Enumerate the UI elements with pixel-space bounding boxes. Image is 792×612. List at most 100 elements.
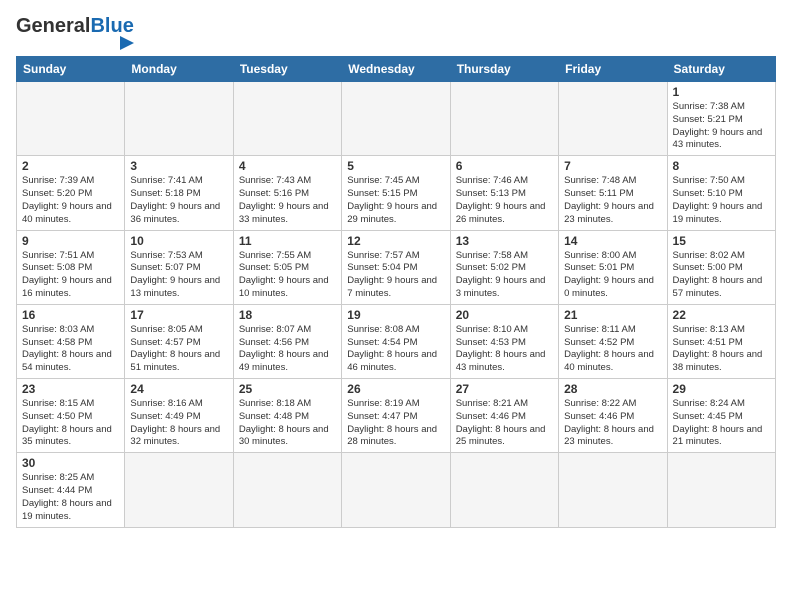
calendar-day-cell <box>233 82 341 156</box>
day-number: 27 <box>456 382 553 396</box>
header-monday: Monday <box>125 57 233 82</box>
calendar-day-cell: 13Sunrise: 7:58 AM Sunset: 5:02 PM Dayli… <box>450 230 558 304</box>
day-info: Sunrise: 7:43 AM Sunset: 5:16 PM Dayligh… <box>239 175 336 226</box>
calendar-day-cell <box>342 453 450 527</box>
weekday-header-row: Sunday Monday Tuesday Wednesday Thursday… <box>17 57 776 82</box>
day-number: 26 <box>347 382 444 396</box>
day-number: 28 <box>564 382 661 396</box>
calendar-week-row: 30 Sunrise: 8:25 AM Sunset: 4:44 PM Dayli… <box>17 453 776 527</box>
day-info: Sunrise: 8:05 AM Sunset: 4:57 PM Dayligh… <box>130 324 227 375</box>
day-info: Sunrise: 8:15 AM Sunset: 4:50 PM Dayligh… <box>22 398 119 449</box>
calendar-day-cell: 24 Sunrise: 8:16 AM Sunset: 4:49 PM Dayli… <box>125 379 233 453</box>
day-number: 17 <box>130 308 227 322</box>
calendar-day-cell: 12 Sunrise: 7:57 AM Sunset: 5:04 PM Dayli… <box>342 230 450 304</box>
day-info: Sunrise: 7:46 AM Sunset: 5:13 PM Dayligh… <box>456 175 553 226</box>
calendar-day-cell <box>559 453 667 527</box>
day-number: 18 <box>239 308 336 322</box>
day-info: Sunrise: 7:58 AM Sunset: 5:02 PM Dayligh… <box>456 250 553 301</box>
calendar-day-cell: 9 Sunrise: 7:51 AM Sunset: 5:08 PM Daylig… <box>17 230 125 304</box>
calendar-week-row: 16Sunrise: 8:03 AM Sunset: 4:58 PM Dayli… <box>17 304 776 378</box>
day-info: Sunrise: 8:08 AM Sunset: 4:54 PM Dayligh… <box>347 324 444 375</box>
day-info: Sunrise: 8:13 AM Sunset: 4:51 PM Dayligh… <box>673 324 770 375</box>
day-info: Sunrise: 8:16 AM Sunset: 4:49 PM Dayligh… <box>130 398 227 449</box>
page: GeneralBlue Sunday Monday Tuesday Wednes… <box>0 0 792 612</box>
day-number: 5 <box>347 159 444 173</box>
calendar-day-cell: 15 Sunrise: 8:02 AM Sunset: 5:00 PM Dayli… <box>667 230 775 304</box>
day-info: Sunrise: 7:55 AM Sunset: 5:05 PM Dayligh… <box>239 250 336 301</box>
day-info: Sunrise: 7:53 AM Sunset: 5:07 PM Dayligh… <box>130 250 227 301</box>
calendar-day-cell: 14 Sunrise: 8:00 AM Sunset: 5:01 PM Dayli… <box>559 230 667 304</box>
calendar-day-cell: 1 Sunrise: 7:38 AM Sunset: 5:21 PM Daylig… <box>667 82 775 156</box>
day-number: 16 <box>22 308 119 322</box>
calendar-week-row: 2Sunrise: 7:39 AM Sunset: 5:20 PM Daylig… <box>17 156 776 230</box>
day-number: 9 <box>22 234 119 248</box>
day-info: Sunrise: 7:57 AM Sunset: 5:04 PM Dayligh… <box>347 250 444 301</box>
calendar-week-row: 1 Sunrise: 7:38 AM Sunset: 5:21 PM Daylig… <box>17 82 776 156</box>
calendar-week-row: 23 Sunrise: 8:15 AM Sunset: 4:50 PM Dayli… <box>17 379 776 453</box>
calendar-day-cell <box>125 82 233 156</box>
header-wednesday: Wednesday <box>342 57 450 82</box>
calendar-day-cell: 6 Sunrise: 7:46 AM Sunset: 5:13 PM Daylig… <box>450 156 558 230</box>
day-info: Sunrise: 7:38 AM Sunset: 5:21 PM Dayligh… <box>673 101 770 152</box>
day-number: 29 <box>673 382 770 396</box>
day-info: Sunrise: 8:25 AM Sunset: 4:44 PM Dayligh… <box>22 472 119 523</box>
day-number: 30 <box>22 456 119 470</box>
day-number: 1 <box>673 85 770 99</box>
day-info: Sunrise: 8:18 AM Sunset: 4:48 PM Dayligh… <box>239 398 336 449</box>
calendar-day-cell: 22 Sunrise: 8:13 AM Sunset: 4:51 PM Dayli… <box>667 304 775 378</box>
calendar-day-cell: 2Sunrise: 7:39 AM Sunset: 5:20 PM Daylig… <box>17 156 125 230</box>
calendar-day-cell: 23 Sunrise: 8:15 AM Sunset: 4:50 PM Dayli… <box>17 379 125 453</box>
day-number: 10 <box>130 234 227 248</box>
calendar-day-cell: 11 Sunrise: 7:55 AM Sunset: 5:05 PM Dayli… <box>233 230 341 304</box>
day-number: 24 <box>130 382 227 396</box>
day-number: 8 <box>673 159 770 173</box>
calendar-day-cell: 19 Sunrise: 8:08 AM Sunset: 4:54 PM Dayli… <box>342 304 450 378</box>
day-info: Sunrise: 7:41 AM Sunset: 5:18 PM Dayligh… <box>130 175 227 226</box>
calendar-day-cell: 3 Sunrise: 7:41 AM Sunset: 5:18 PM Daylig… <box>125 156 233 230</box>
calendar-day-cell: 21Sunrise: 8:11 AM Sunset: 4:52 PM Dayli… <box>559 304 667 378</box>
day-number: 2 <box>22 159 119 173</box>
calendar-day-cell: 7 Sunrise: 7:48 AM Sunset: 5:11 PM Daylig… <box>559 156 667 230</box>
day-number: 11 <box>239 234 336 248</box>
calendar-day-cell: 28Sunrise: 8:22 AM Sunset: 4:46 PM Dayli… <box>559 379 667 453</box>
logo-text: GeneralBlue <box>16 16 134 50</box>
day-info: Sunrise: 8:24 AM Sunset: 4:45 PM Dayligh… <box>673 398 770 449</box>
day-number: 19 <box>347 308 444 322</box>
day-info: Sunrise: 8:11 AM Sunset: 4:52 PM Dayligh… <box>564 324 661 375</box>
day-info: Sunrise: 8:10 AM Sunset: 4:53 PM Dayligh… <box>456 324 553 375</box>
day-number: 12 <box>347 234 444 248</box>
day-info: Sunrise: 8:19 AM Sunset: 4:47 PM Dayligh… <box>347 398 444 449</box>
day-info: Sunrise: 7:51 AM Sunset: 5:08 PM Dayligh… <box>22 250 119 301</box>
header-sunday: Sunday <box>17 57 125 82</box>
header-friday: Friday <box>559 57 667 82</box>
day-info: Sunrise: 8:00 AM Sunset: 5:01 PM Dayligh… <box>564 250 661 301</box>
calendar-day-cell: 17 Sunrise: 8:05 AM Sunset: 4:57 PM Dayli… <box>125 304 233 378</box>
day-info: Sunrise: 8:02 AM Sunset: 5:00 PM Dayligh… <box>673 250 770 301</box>
calendar-day-cell: 26 Sunrise: 8:19 AM Sunset: 4:47 PM Dayli… <box>342 379 450 453</box>
day-number: 23 <box>22 382 119 396</box>
calendar-day-cell: 20Sunrise: 8:10 AM Sunset: 4:53 PM Dayli… <box>450 304 558 378</box>
calendar-day-cell <box>450 82 558 156</box>
day-number: 4 <box>239 159 336 173</box>
day-info: Sunrise: 7:45 AM Sunset: 5:15 PM Dayligh… <box>347 175 444 226</box>
calendar-day-cell: 16Sunrise: 8:03 AM Sunset: 4:58 PM Dayli… <box>17 304 125 378</box>
day-number: 3 <box>130 159 227 173</box>
header-tuesday: Tuesday <box>233 57 341 82</box>
header-thursday: Thursday <box>450 57 558 82</box>
calendar-day-cell <box>667 453 775 527</box>
header: GeneralBlue <box>16 16 776 50</box>
day-number: 6 <box>456 159 553 173</box>
calendar-day-cell <box>450 453 558 527</box>
day-info: Sunrise: 7:48 AM Sunset: 5:11 PM Dayligh… <box>564 175 661 226</box>
calendar-day-cell <box>125 453 233 527</box>
calendar-day-cell: 4 Sunrise: 7:43 AM Sunset: 5:16 PM Daylig… <box>233 156 341 230</box>
calendar-day-cell <box>559 82 667 156</box>
day-info: Sunrise: 8:07 AM Sunset: 4:56 PM Dayligh… <box>239 324 336 375</box>
day-number: 22 <box>673 308 770 322</box>
day-info: Sunrise: 8:21 AM Sunset: 4:46 PM Dayligh… <box>456 398 553 449</box>
calendar-day-cell: 27 Sunrise: 8:21 AM Sunset: 4:46 PM Dayli… <box>450 379 558 453</box>
day-number: 15 <box>673 234 770 248</box>
calendar-day-cell: 5 Sunrise: 7:45 AM Sunset: 5:15 PM Daylig… <box>342 156 450 230</box>
day-number: 14 <box>564 234 661 248</box>
day-number: 7 <box>564 159 661 173</box>
